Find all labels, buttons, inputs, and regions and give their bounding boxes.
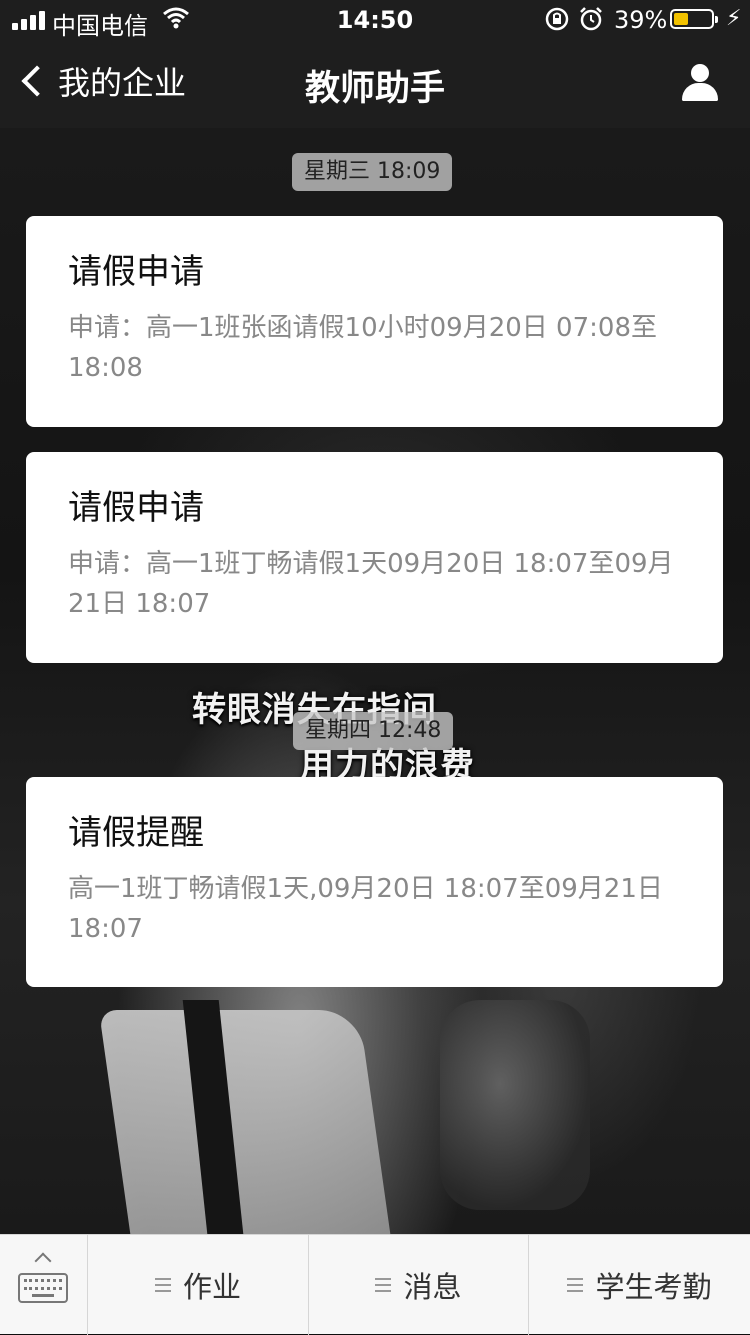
message-timestamp: 星期四 12:48: [293, 712, 454, 750]
keyboard-toggle-button[interactable]: [0, 1235, 88, 1335]
background-image-arm: [440, 1000, 590, 1210]
background-image-shirt: [98, 1010, 392, 1240]
status-bar: 中国电信 14:50 39% ⚡: [0, 0, 750, 40]
keyboard-icon: [18, 1273, 68, 1303]
page-title: 教师助手: [304, 69, 445, 109]
message-title: 请假提醒: [68, 813, 204, 853]
bottom-menu-bar: 作业 消息 学生考勤: [0, 1234, 750, 1335]
menu-button-label: 消息: [403, 1270, 462, 1304]
charging-bolt-icon: ⚡: [726, 6, 742, 31]
message-timestamp: 星期三 18:09: [292, 153, 453, 191]
message-title: 请假申请: [68, 252, 204, 292]
alarm-icon: [578, 6, 604, 38]
message-body: 申请：高一1班丁畅请假1天09月20日 18:07至09月21日 18:07: [68, 549, 674, 619]
menu-button-attendance[interactable]: 学生考勤: [529, 1235, 750, 1335]
message-body: 申请：高一1班张函请假10小时09月20日 07:08至18:08: [68, 313, 657, 383]
battery-icon: [670, 9, 718, 29]
menu-lines-icon: [154, 1278, 171, 1292]
message-card-1[interactable]: 请假申请 申请：高一1班张函请假10小时09月20日 07:08至18:08: [26, 216, 723, 427]
menu-button-homework[interactable]: 作业: [88, 1235, 309, 1335]
message-card-2[interactable]: 请假申请 申请：高一1班丁畅请假1天09月20日 18:07至09月21日 18…: [26, 452, 723, 663]
message-title: 请假申请: [68, 488, 204, 528]
menu-lines-icon: [375, 1278, 392, 1292]
message-body: 高一1班丁畅请假1天,09月20日 18:07至09月21日 18:07: [68, 874, 663, 944]
chevron-up-icon: [34, 1252, 52, 1270]
menu-lines-icon: [567, 1278, 584, 1292]
menu-button-messages[interactable]: 消息: [309, 1235, 529, 1335]
rotation-lock-icon: [544, 6, 570, 38]
navigation-bar: 我的企业 教师助手: [0, 40, 750, 128]
menu-button-label: 作业: [182, 1270, 241, 1304]
menu-button-label: 学生考勤: [595, 1270, 712, 1304]
message-card-3[interactable]: 请假提醒 高一1班丁畅请假1天,09月20日 18:07至09月21日 18:0…: [26, 777, 723, 987]
battery-percent: 39%: [614, 6, 668, 34]
person-icon[interactable]: [680, 64, 720, 104]
